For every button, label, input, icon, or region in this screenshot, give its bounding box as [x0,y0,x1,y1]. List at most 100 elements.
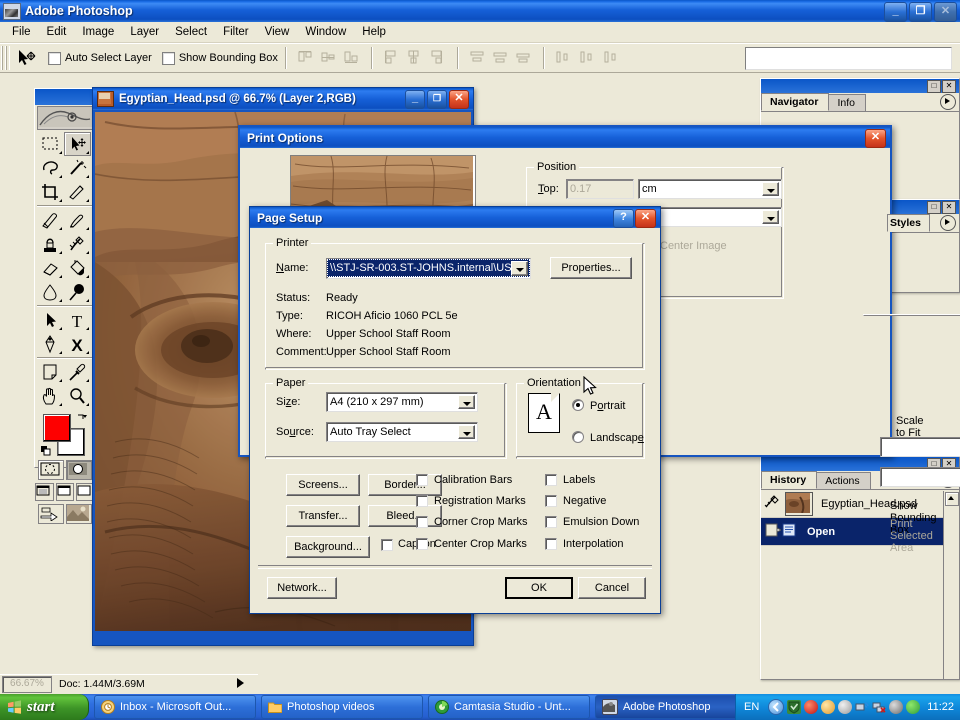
standard-screen-mode-button[interactable] [35,483,54,501]
document-minimize-button[interactable]: _ [405,90,425,109]
page-setup-cancel-button[interactable]: Cancel [578,577,646,599]
top-position-field[interactable]: 0.17 [566,179,634,199]
navigator-minimize-button[interactable]: □ [927,80,941,93]
page-setup-title-bar[interactable]: Page Setup ? ✕ [250,207,660,228]
scale-height-combo[interactable] [880,467,960,487]
distribute-horizontal-centers-button[interactable] [576,47,598,69]
quick-mask-mode-button[interactable] [66,460,92,480]
screens-button[interactable]: Screens... [286,474,360,496]
menu-help[interactable]: Help [354,24,394,40]
blur-tool[interactable] [37,280,64,304]
taskbar-clock[interactable]: 11:22 [927,701,954,713]
styles-minimize-button[interactable]: □ [927,201,941,214]
align-left-edges-button[interactable] [381,47,403,69]
distribute-top-edges-button[interactable] [467,47,489,69]
tab-actions[interactable]: Actions [816,472,870,489]
document-title-bar[interactable]: Egyptian_Head.psd @ 66.7% (Layer 2,RGB) … [93,88,473,110]
styles-palette-menu-icon[interactable] [940,215,956,231]
printer-name-combo[interactable]: \\STJ-SR-003.ST-JOHNS.internal\USSR P [326,258,531,279]
eraser-tool[interactable] [37,256,64,280]
navigator-panel-drag-bar[interactable]: □ ✕ [761,79,959,93]
align-bottom-edges-button[interactable] [341,47,363,69]
auto-select-layer-option[interactable]: Auto Select Layer [48,52,152,65]
menu-edit[interactable]: Edit [39,24,75,40]
scale-width-combo[interactable] [880,437,960,457]
labels-checkbox[interactable] [545,474,557,486]
pen-tool[interactable] [37,332,64,356]
taskbar-item-photoshop-videos[interactable]: Photoshop videos [261,695,423,719]
camtasia-tray-icon[interactable] [906,700,920,714]
paint-bucket-tool[interactable] [64,256,91,280]
lasso-tool[interactable] [37,156,64,180]
start-button[interactable]: start [0,694,89,720]
top-units-combo[interactable]: cm [638,179,782,199]
registration-marks-checkbox[interactable] [416,495,428,507]
navigator-palette-menu-icon[interactable] [940,94,956,110]
zoom-tool[interactable] [64,384,91,408]
palette-well[interactable] [745,47,952,70]
menu-image[interactable]: Image [74,24,122,40]
bleed-button[interactable]: Bleed... [368,505,442,527]
auto-select-layer-checkbox[interactable] [48,52,61,65]
gray-disc-icon[interactable] [838,700,852,714]
tab-styles[interactable]: Styles [887,214,930,232]
distribute-vertical-centers-button[interactable] [490,47,512,69]
history-scrollbar[interactable] [943,491,958,679]
page-setup-ok-button[interactable]: OK [505,577,573,599]
styles-panel-drag-bar[interactable]: □ ✕ [887,200,959,214]
border-button[interactable]: Border... [368,474,442,496]
emulsion-down-checkbox[interactable] [545,516,557,528]
paper-source-combo[interactable]: Auto Tray Select [326,422,478,442]
menu-select[interactable]: Select [167,24,215,40]
align-top-edges-button[interactable] [295,47,317,69]
standard-mask-mode-button[interactable] [38,460,64,480]
norton-icon[interactable] [787,700,801,714]
paper-size-combo[interactable]: A4 (210 x 297 mm) [326,392,478,412]
print-options-title-bar[interactable]: Print Options ✕ [240,127,890,148]
app-minimize-button[interactable]: _ [884,2,907,22]
toolbox-drag-handle[interactable] [35,89,95,105]
outlook-tray-icon[interactable] [821,700,835,714]
healing-brush-tool[interactable] [37,208,64,232]
network-button[interactable]: Network... [267,577,337,599]
transfer-button[interactable]: Transfer... [286,505,360,527]
network-disconnected-icon[interactable] [872,700,886,714]
brush-tool[interactable] [64,208,91,232]
default-colors-icon[interactable] [41,446,51,456]
jump-to-imageready-button[interactable] [38,504,64,524]
menu-layer[interactable]: Layer [122,24,167,40]
page-setup-help-button[interactable]: ? [613,209,634,228]
calibration-bars-checkbox[interactable] [416,474,428,486]
document-close-button[interactable]: ✕ [449,90,469,109]
interpolation-checkbox[interactable] [545,538,557,550]
network-icon[interactable] [855,700,869,714]
portrait-radio[interactable] [572,399,584,411]
magic-wand-tool[interactable] [64,156,91,180]
speaker-icon[interactable] [889,700,903,714]
paper-source-chevron-down-icon[interactable] [458,425,475,439]
swap-colors-icon[interactable] [77,412,87,422]
zoom-level-field[interactable]: 66.67% [2,676,52,693]
background-button[interactable]: Background... [286,536,370,558]
language-indicator[interactable]: EN [744,701,759,713]
history-brush-source-icon[interactable] [763,494,781,513]
negative-checkbox[interactable] [545,495,557,507]
align-horizontal-centers-button[interactable] [404,47,426,69]
crop-tool[interactable] [37,180,64,204]
history-brush-tool[interactable] [64,232,91,256]
eyedropper-tool[interactable] [64,360,91,384]
document-maximize-button[interactable]: ❐ [427,90,447,109]
history-brush-toggle[interactable] [763,522,781,541]
align-right-edges-button[interactable] [427,47,449,69]
align-vertical-centers-button[interactable] [318,47,340,69]
imageready-thumbnail[interactable] [66,504,92,524]
marquee-tool[interactable] [37,132,64,156]
show-bounding-box-checkbox[interactable] [162,52,175,65]
type-tool[interactable]: T [64,308,91,332]
menu-window[interactable]: Window [297,24,354,40]
paper-size-chevron-down-icon[interactable] [458,395,475,409]
tab-info[interactable]: Info [828,94,866,111]
page-setup-close-button[interactable]: ✕ [635,209,656,228]
dodge-tool[interactable] [64,280,91,304]
styles-close-button[interactable]: ✕ [942,201,956,214]
